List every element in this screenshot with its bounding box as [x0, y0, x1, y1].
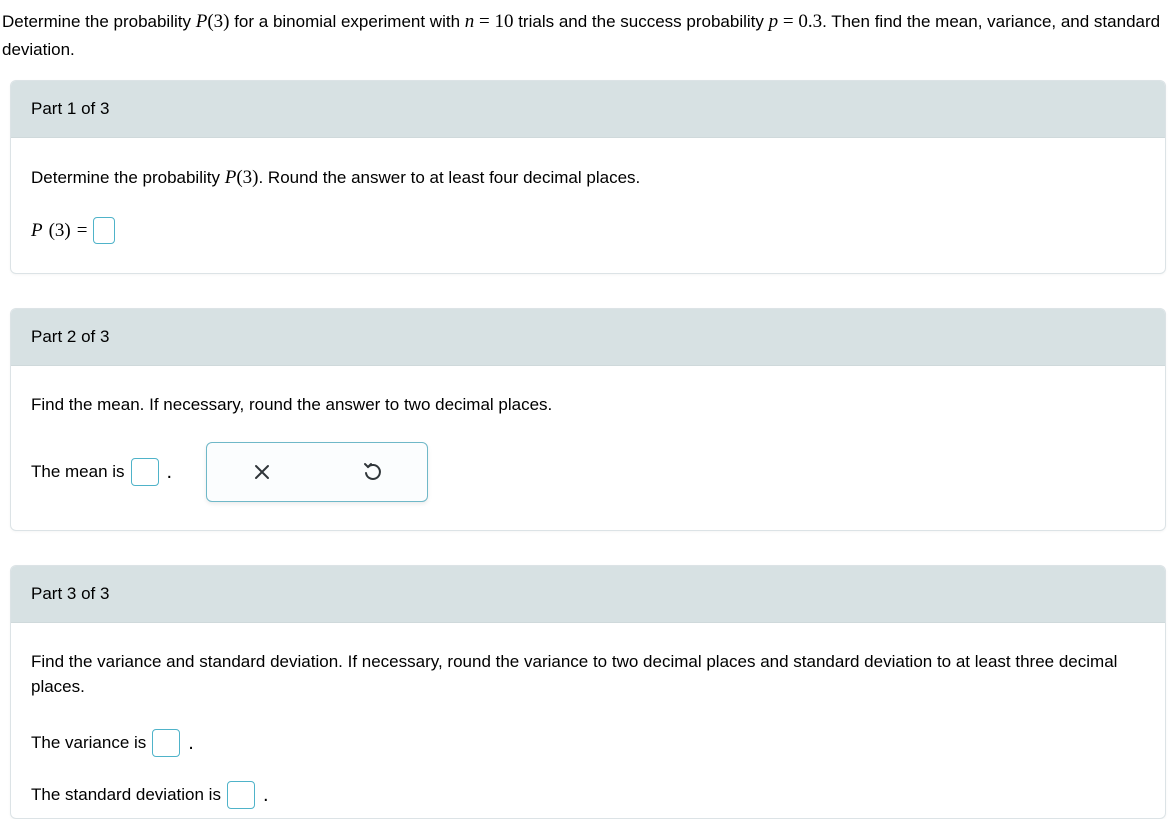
question-intro: Determine the probability P(3) for a bin…: [0, 0, 1176, 80]
undo-icon: [361, 461, 383, 483]
part3-variance-input[interactable]: [152, 729, 180, 757]
part2-header: Part 2 of 3: [11, 309, 1165, 366]
part3-prompt: Find the variance and standard deviation…: [31, 649, 1145, 700]
part3-variance-period: .: [188, 728, 194, 758]
P-symbol: P: [196, 11, 208, 32]
n-var: n: [465, 11, 475, 32]
part2-label: The mean is: [31, 459, 125, 485]
n-val: 10: [494, 11, 513, 32]
close-icon: [253, 463, 271, 481]
answer-toolbar: [206, 442, 428, 502]
part1-answer-row: P (3) =: [31, 217, 1145, 246]
part3-variance-label: The variance is: [31, 730, 146, 756]
part1-lhs-arg: (3): [49, 217, 71, 246]
part1-answer-input[interactable]: [93, 217, 115, 244]
part1-prompt-pre: Determine the probability: [31, 168, 225, 187]
part1-lhs-P: P: [31, 217, 43, 246]
eq2: =: [778, 11, 798, 32]
part2-answer-row: The mean is .: [31, 442, 1145, 502]
part3-stddev-label: The standard deviation is: [31, 782, 221, 808]
part3-header: Part 3 of 3: [11, 566, 1165, 623]
undo-button[interactable]: [317, 442, 427, 502]
part3-card: Part 3 of 3 Find the variance and standa…: [10, 565, 1166, 819]
part2-card: Part 2 of 3 Find the mean. If necessary,…: [10, 308, 1166, 531]
part2-period: .: [167, 457, 173, 487]
intro-text-3: trials and the success probability: [513, 12, 768, 31]
p-var: p: [769, 11, 779, 32]
part3-variance-row: The variance is .: [31, 728, 1145, 758]
part3-stddev-input[interactable]: [227, 781, 255, 809]
eq1: =: [474, 11, 494, 32]
part1-lhs-eq: =: [77, 217, 88, 246]
part1-prompt: Determine the probability P(3). Round th…: [31, 164, 1145, 193]
intro-text-1: Determine the probability: [2, 12, 196, 31]
part1-prompt-post: . Round the answer to at least four deci…: [258, 168, 640, 187]
part1-card: Part 1 of 3 Determine the probability P(…: [10, 80, 1166, 274]
P-arg: (3): [207, 11, 229, 32]
part1-P-arg: (3): [236, 167, 258, 188]
part3-stddev-row: The standard deviation is .: [31, 780, 1145, 810]
part2-prompt: Find the mean. If necessary, round the a…: [31, 392, 1145, 418]
part2-answer-input[interactable]: [131, 458, 159, 486]
intro-text-2: for a binomial experiment with: [229, 12, 464, 31]
part1-P: P: [225, 167, 237, 188]
p-val: 0.3: [798, 11, 822, 32]
part3-stddev-period: .: [263, 780, 269, 810]
clear-button[interactable]: [207, 442, 317, 502]
part1-header: Part 1 of 3: [11, 81, 1165, 138]
